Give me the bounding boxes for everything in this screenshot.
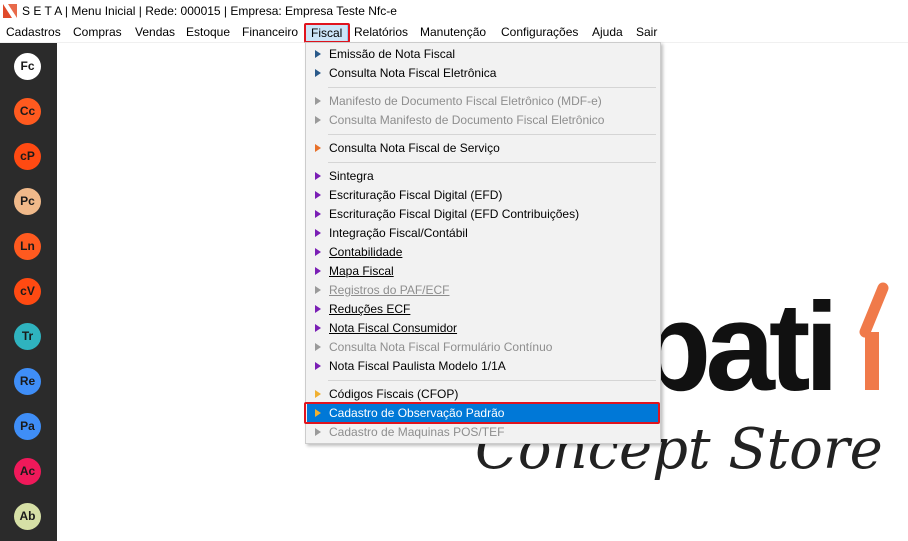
menu-item-consulta-nfe[interactable]: Consulta Nota Fiscal Eletrônica (307, 64, 659, 83)
menu-item-reducoes-ecf[interactable]: Reduções ECF (307, 300, 659, 319)
menu-item-efd-contribuicoes[interactable]: Escrituração Fiscal Digital (EFD Contrib… (307, 205, 659, 224)
gray-arrow-icon (315, 428, 321, 436)
menu-estoque[interactable]: Estoque (186, 23, 230, 43)
menu-item-efd[interactable]: Escrituração Fiscal Digital (EFD) (307, 186, 659, 205)
sidebar-button-pc[interactable]: Pc (14, 188, 41, 215)
purple-arrow-icon (315, 191, 321, 199)
menu-item-nf-paulista[interactable]: Nota Fiscal Paulista Modelo 1/1A (307, 357, 659, 376)
purple-arrow-icon (315, 267, 321, 275)
gray-arrow-icon (315, 97, 321, 105)
menu-item-sintegra[interactable]: Sintegra (307, 167, 659, 186)
yellow-arrow-icon (315, 390, 321, 398)
sidebar-button-ab[interactable]: Ab (14, 503, 41, 530)
blue-arrow-icon (315, 69, 321, 77)
title-bar: S E T A | Menu Inicial | Rede: 000015 | … (0, 0, 908, 22)
menu-separator (328, 87, 656, 88)
sidebar-button-fc[interactable]: Fc (14, 53, 41, 80)
menu-item-mapa-fiscal[interactable]: Mapa Fiscal (307, 262, 659, 281)
menu-fiscal[interactable]: Fiscal (305, 23, 349, 43)
menu-sair[interactable]: Sair (636, 23, 657, 43)
gray-arrow-icon (315, 343, 321, 351)
menu-separator (328, 162, 656, 163)
menu-item-consulta-nfs[interactable]: Consulta Nota Fiscal de Serviço (307, 139, 659, 158)
purple-arrow-icon (315, 248, 321, 256)
menu-item-contabilidade[interactable]: Contabilidade (307, 243, 659, 262)
menu-separator (328, 134, 656, 135)
menu-cadastros[interactable]: Cadastros (6, 23, 61, 43)
sidebar-button-re[interactable]: Re (14, 368, 41, 395)
menu-item-cfop[interactable]: Códigos Fiscais (CFOP) (307, 385, 659, 404)
seta-logo-icon (3, 4, 17, 18)
fiscal-dropdown-menu: Emissão de Nota Fiscal Consulta Nota Fis… (305, 42, 661, 444)
orange-arrow-icon (315, 144, 321, 152)
menu-compras[interactable]: Compras (73, 23, 122, 43)
brand-accent-stem (865, 332, 879, 390)
menu-item-emissao-nota-fiscal[interactable]: Emissão de Nota Fiscal (307, 45, 659, 64)
gray-arrow-icon (315, 116, 321, 124)
menu-item-mdfe: Manifesto de Documento Fiscal Eletrônico… (307, 92, 659, 111)
gray-arrow-icon (315, 286, 321, 294)
app-window: S E T A | Menu Inicial | Rede: 000015 | … (0, 0, 908, 541)
sidebar-button-pa[interactable]: Pa (14, 413, 41, 440)
menu-item-cadastro-observacao-padrao[interactable]: Cadastro de Observação Padrão (307, 404, 659, 423)
purple-arrow-icon (315, 324, 321, 332)
sidebar: Fc Cc cP Pc Ln cV Tr Re Pa Ac Ab (0, 43, 57, 541)
purple-arrow-icon (315, 305, 321, 313)
purple-arrow-icon (315, 362, 321, 370)
sidebar-button-cc[interactable]: Cc (14, 98, 41, 125)
purple-arrow-icon (315, 172, 321, 180)
menu-item-cadastro-maquinas-pos: Cadastro de Maquinas POS/TEF (307, 423, 659, 442)
sidebar-button-cp[interactable]: cP (14, 143, 41, 170)
brand-wordmark: bati (635, 278, 833, 417)
menu-separator (328, 380, 656, 381)
menu-vendas[interactable]: Vendas (135, 23, 175, 43)
blue-arrow-icon (315, 50, 321, 58)
menu-bar: Cadastros Compras Vendas Estoque Finance… (0, 23, 908, 43)
purple-arrow-icon (315, 229, 321, 237)
sidebar-button-ac[interactable]: Ac (14, 458, 41, 485)
menu-item-nf-consumidor[interactable]: Nota Fiscal Consumidor (307, 319, 659, 338)
purple-arrow-icon (315, 210, 321, 218)
menu-relatorios[interactable]: Relatórios (354, 23, 408, 43)
menu-item-integracao[interactable]: Integração Fiscal/Contábil (307, 224, 659, 243)
menu-item-consulta-nf-formulario: Consulta Nota Fiscal Formulário Contínuo (307, 338, 659, 357)
menu-financeiro[interactable]: Financeiro (242, 23, 298, 43)
menu-configuracoes[interactable]: Configurações (501, 23, 578, 43)
window-title: S E T A | Menu Inicial | Rede: 000015 | … (22, 4, 397, 18)
sidebar-button-cv[interactable]: cV (14, 278, 41, 305)
sidebar-button-ln[interactable]: Ln (14, 233, 41, 260)
menu-ajuda[interactable]: Ajuda (592, 23, 623, 43)
menu-item-consulta-mdfe: Consulta Manifesto de Documento Fiscal E… (307, 111, 659, 130)
sidebar-button-tr[interactable]: Tr (14, 323, 41, 350)
menu-manutencao[interactable]: Manutenção (420, 23, 486, 43)
menu-item-registros-paf: Registros do PAF/ECF (307, 281, 659, 300)
yellow-arrow-icon (315, 409, 321, 417)
brand-accent-mark (859, 282, 889, 338)
